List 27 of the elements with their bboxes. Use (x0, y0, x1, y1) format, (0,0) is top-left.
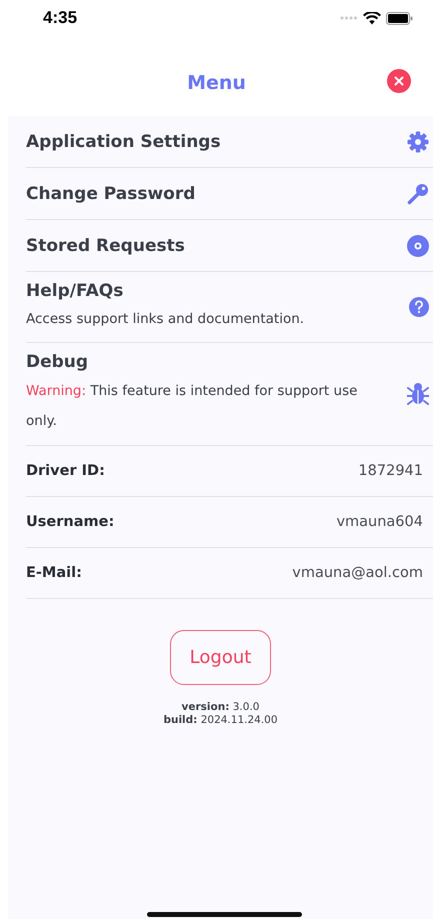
field-label: Driver ID: (26, 463, 105, 479)
menu-item[interactable]: Change Password (26, 168, 433, 220)
menu-item[interactable]: Stored Requests (26, 220, 433, 272)
close-icon (394, 76, 404, 86)
signal-icon (340, 16, 358, 20)
field-label: Username: (26, 514, 114, 530)
key-icon (407, 182, 429, 204)
bug-icon (407, 382, 429, 406)
wifi-icon (363, 12, 381, 24)
battery-icon (386, 12, 413, 24)
menu-item[interactable]: Help/FAQs Access support links and documentation. (26, 272, 433, 343)
field-value: 1872941 (358, 463, 423, 479)
menu-item[interactable]: Debug Warning: This feature is intended for support use only. (26, 343, 433, 446)
status-time: 4:35 (43, 8, 78, 28)
version-text: build: 2024.11.24.00 (163, 714, 278, 726)
gear-icon (407, 130, 429, 152)
version-text: version: 3.0.0 (182, 701, 260, 713)
item-description: Access support links and documentation. (26, 310, 304, 329)
field-value: vmauna@aol.com (292, 565, 423, 581)
field-label: E-Mail: (26, 565, 82, 581)
item-description: Warning: This feature is intended for support use only. (26, 382, 358, 431)
field-value: vmauna604 (336, 514, 423, 530)
menu-title: Menu (187, 72, 246, 94)
help-icon (409, 297, 429, 317)
close-button[interactable] (387, 69, 411, 93)
disc-icon (407, 234, 429, 256)
menu-item[interactable]: Application Settings (26, 116, 433, 168)
